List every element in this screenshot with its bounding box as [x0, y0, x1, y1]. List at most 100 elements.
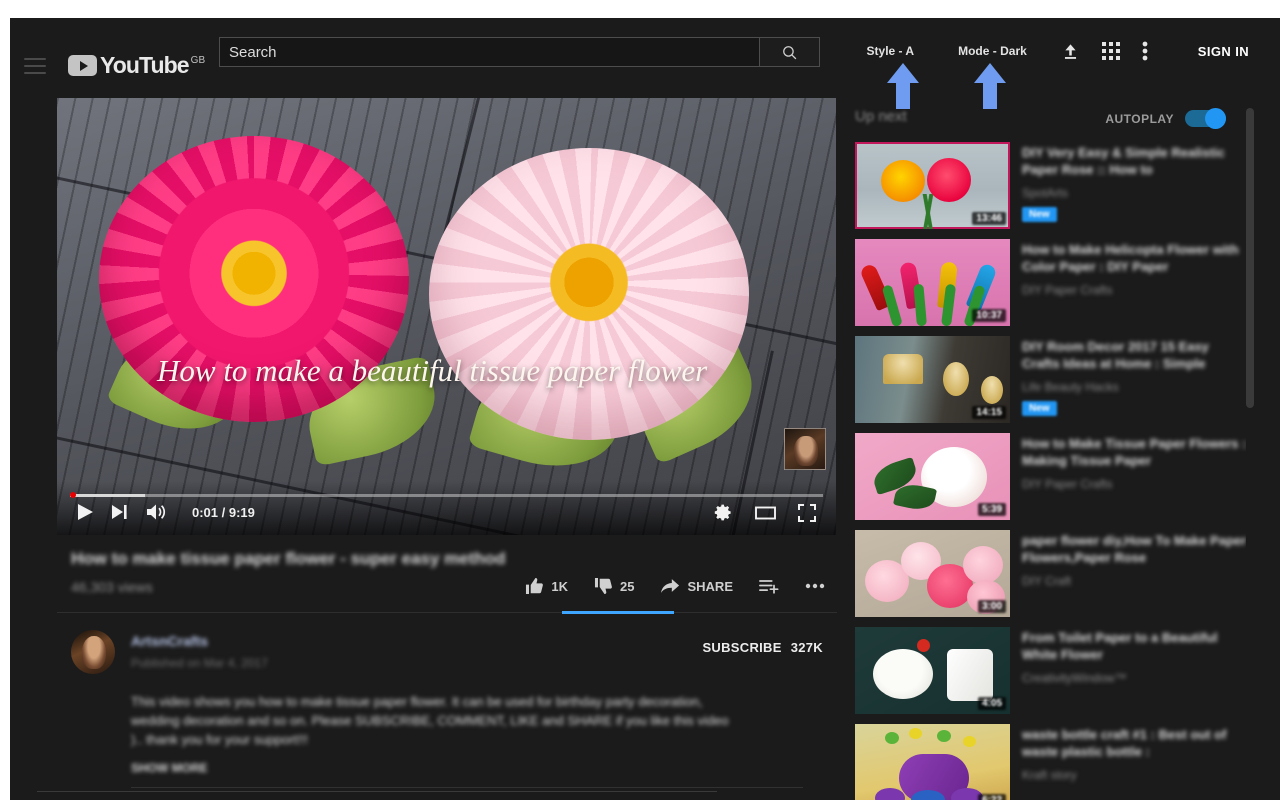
- video-duration: 6:22: [978, 794, 1006, 800]
- avatar[interactable]: [71, 630, 115, 674]
- list-item[interactable]: 14:15 DIY Room Decor 2017 15 Easy Crafts…: [855, 336, 1255, 423]
- more-actions-button[interactable]: [805, 583, 825, 589]
- thumbnail-art: [943, 362, 969, 396]
- list-item[interactable]: 5:39 How to Make Tissue Paper Flowers : …: [855, 433, 1255, 520]
- video-description: This video shows you how to make tissue …: [131, 692, 731, 788]
- save-to-playlist-button[interactable]: [759, 578, 779, 594]
- more-horizontal-icon: [805, 583, 825, 589]
- share-label: SHARE: [687, 579, 733, 594]
- page-title: How to make tissue paper flower - super …: [71, 549, 823, 569]
- list-item[interactable]: 6:22 waste bottle craft #1 : Best out of…: [855, 724, 1255, 800]
- subscriber-count: 327K: [791, 640, 823, 655]
- video-duration: 10:37: [972, 309, 1006, 322]
- theater-mode-button[interactable]: [755, 505, 776, 521]
- share-button[interactable]: SHARE: [660, 578, 733, 594]
- meta-divider: [57, 612, 837, 613]
- description-divider: [131, 787, 803, 788]
- autoplay-label: AUTOPLAY: [1105, 112, 1174, 126]
- apps-button[interactable]: [1102, 42, 1120, 60]
- progress-played: [70, 494, 145, 497]
- video-thumbnail[interactable]: 5:39: [855, 433, 1010, 520]
- hamburger-icon[interactable]: [24, 58, 46, 74]
- primary-column: How to make a beautiful tissue paper flo…: [57, 98, 837, 788]
- video-player[interactable]: How to make a beautiful tissue paper flo…: [57, 98, 836, 535]
- secondary-column: Up next AUTOPLAY 13:46 DIY Very Easy & S…: [855, 108, 1255, 800]
- more-vertical-icon: [1142, 41, 1148, 61]
- video-meta: How to make tissue paper flower - super …: [57, 549, 837, 595]
- thumbnail-art: [981, 376, 1003, 404]
- up-arrow-icon: [886, 62, 920, 110]
- video-thumbnail[interactable]: 3:00: [855, 530, 1010, 617]
- scrollbar-thumb[interactable]: [1246, 108, 1254, 408]
- like-button[interactable]: 1K: [525, 577, 568, 595]
- new-badge: New: [1022, 401, 1057, 416]
- youtube-logo[interactable]: YouTube GB: [68, 55, 205, 76]
- thumbnail-art: [917, 639, 930, 652]
- apps-grid-icon: [1102, 42, 1120, 60]
- video-title: How to Make Tissue Paper Flowers : Makin…: [1022, 435, 1247, 469]
- fullscreen-button[interactable]: [798, 504, 816, 522]
- play-button[interactable]: [77, 503, 94, 521]
- video-thumbnail[interactable]: 6:22: [855, 724, 1010, 800]
- up-next-header: Up next AUTOPLAY: [855, 108, 1255, 142]
- video-thumbnail[interactable]: 4:05: [855, 627, 1010, 714]
- thumbnail-art: [899, 194, 959, 229]
- thumbnail-art: [883, 354, 923, 384]
- masthead: YouTube GB Style - A Mode - Dark: [10, 18, 1280, 84]
- video-title: From Toilet Paper to a Beautiful White F…: [1022, 629, 1247, 663]
- thumbs-up-icon: [525, 577, 544, 595]
- video-channel: Kraft story: [1022, 768, 1247, 782]
- annotation-arrow-style: [886, 62, 920, 110]
- list-item-text: How to Make Tissue Paper Flowers : Makin…: [1022, 433, 1247, 520]
- show-more-button[interactable]: SHOW MORE: [131, 761, 208, 775]
- video-duration: 5:39: [978, 503, 1006, 516]
- video-duration: 3:00: [978, 600, 1006, 613]
- next-video-button[interactable]: [112, 504, 128, 520]
- search-bar: [219, 37, 820, 67]
- video-channel: SpotArts: [1022, 186, 1247, 200]
- video-thumbnail[interactable]: 14:15: [855, 336, 1010, 423]
- search-button[interactable]: [759, 37, 820, 67]
- sidebar-scrollbar[interactable]: [1246, 108, 1254, 798]
- thumbnail-art: [963, 736, 976, 747]
- dislike-button[interactable]: 25: [594, 577, 634, 595]
- video-channel: DIY Paper Crafts: [1022, 283, 1247, 297]
- logo-wordmark: YouTube: [100, 55, 189, 76]
- video-title: How to Make Helicopta Flower with Color …: [1022, 241, 1247, 275]
- autoplay-toggle[interactable]: [1185, 110, 1226, 127]
- list-item-text: How to Make Helicopta Flower with Color …: [1022, 239, 1247, 326]
- video-thumbnail[interactable]: 13:46: [855, 142, 1010, 229]
- video-thumbnail[interactable]: 10:37: [855, 239, 1010, 326]
- list-item[interactable]: 10:37 How to Make Helicopta Flower with …: [855, 239, 1255, 326]
- video-title: DIY Room Decor 2017 15 Easy Crafts Ideas…: [1022, 338, 1247, 372]
- list-item[interactable]: 4:05 From Toilet Paper to a Beautiful Wh…: [855, 627, 1255, 714]
- controls-right: [714, 503, 816, 522]
- list-item[interactable]: 13:46 DIY Very Easy & Simple Realistic P…: [855, 142, 1255, 229]
- annotation-arrow-mode: [973, 62, 1007, 110]
- progress-marker: [70, 492, 76, 498]
- upload-button[interactable]: [1061, 42, 1080, 61]
- list-item-text: DIY Very Easy & Simple Realistic Paper R…: [1022, 142, 1247, 229]
- progress-bar[interactable]: [70, 494, 823, 497]
- video-title: DIY Very Easy & Simple Realistic Paper R…: [1022, 144, 1247, 178]
- sign-in-button[interactable]: SIGN IN: [1198, 44, 1249, 59]
- thumbnail-art: [909, 728, 922, 739]
- time-display: 0:01 / 9:19: [192, 505, 255, 520]
- search-input[interactable]: [219, 37, 759, 67]
- more-options-button[interactable]: [1142, 41, 1148, 61]
- list-item[interactable]: 3:00 paper flower diy,How To Make Paper …: [855, 530, 1255, 617]
- subscribe-button[interactable]: SUBSCRIBE 327K: [702, 640, 823, 655]
- thumbnail-art: [875, 788, 905, 800]
- video-channel: DIY Craft: [1022, 574, 1247, 588]
- upload-icon: [1061, 42, 1080, 61]
- settings-button[interactable]: [714, 503, 733, 522]
- thumbnail-art: [947, 649, 993, 701]
- video-duration: 14:15: [972, 406, 1006, 419]
- add-to-playlist-icon: [759, 578, 779, 594]
- channel-watermark[interactable]: [784, 428, 826, 470]
- video-channel: Life Beauty Hacks: [1022, 380, 1247, 394]
- thumbnail-art: [937, 730, 951, 742]
- volume-button[interactable]: [146, 503, 166, 521]
- channel-name[interactable]: ArtsnCrafts: [131, 633, 268, 649]
- video-title: waste bottle craft #1 : Best out of wast…: [1022, 726, 1247, 760]
